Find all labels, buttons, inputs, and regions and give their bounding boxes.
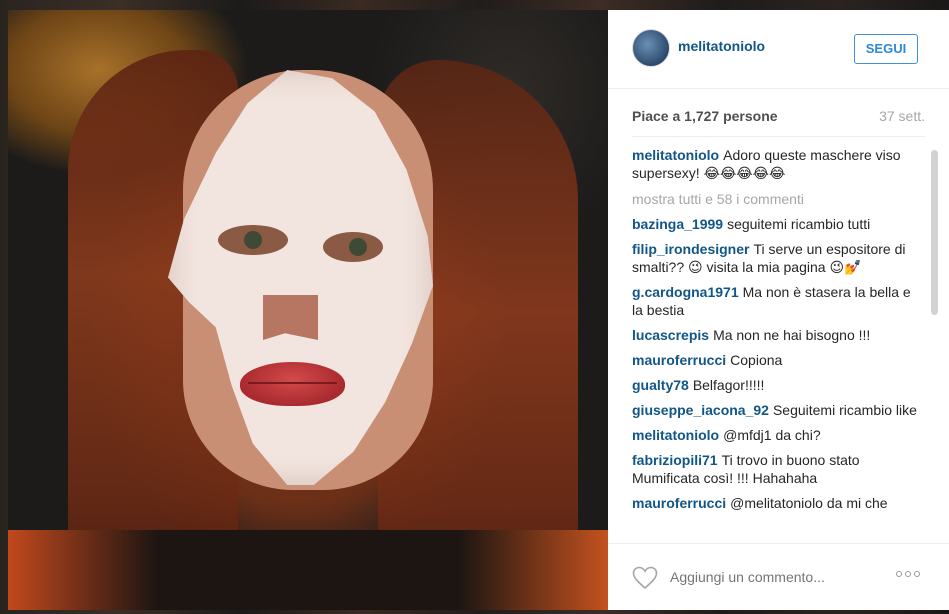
heart-outline-icon[interactable] [632, 566, 658, 590]
add-comment-input[interactable] [670, 566, 870, 588]
post-header: melitatoniolo SEGUI [608, 10, 949, 89]
likes-count[interactable]: Piace a 1,727 persone [632, 108, 778, 124]
more-options-icon[interactable] [896, 571, 920, 579]
photo-clothing [8, 530, 608, 610]
post-photo[interactable] [8, 10, 608, 610]
post-footer [608, 543, 949, 611]
comment-username[interactable]: melitatoniolo [632, 427, 719, 443]
comment-item: g.cardogna1971 Ma non è stasera la bella … [632, 283, 917, 319]
comment-username[interactable]: fabriziopili71 [632, 452, 718, 468]
comment-item: fabriziopili71 Ti trovo in buono stato Mu… [632, 451, 917, 487]
comment-item: bazinga_1999 seguitemi ricambio tutti [632, 215, 917, 233]
comments-scrollbar-thumb[interactable] [931, 150, 938, 315]
comment-username[interactable]: bazinga_1999 [632, 216, 723, 232]
photo-eye-right [323, 232, 383, 262]
comment-item: filip_irondesigner Ti serve un espositore… [632, 240, 917, 276]
comment-text: @mfdj1 da chi? [723, 427, 821, 443]
comment-item: giuseppe_iacona_92 Seguitemi ricambio lik… [632, 401, 917, 419]
comment-item: melitatoniolo @mfdj1 da chi? [632, 426, 917, 444]
comment-username[interactable]: g.cardogna1971 [632, 284, 739, 300]
comment-text: @melitatoniolo da mi che [730, 495, 888, 511]
caption-emoji: 😂😂😂😂😂 [703, 166, 786, 182]
comment-list: melitatoniolo Adoro queste maschere viso … [632, 146, 917, 542]
comment-item: mauroferrucci @melitatoniolo da mi che [632, 494, 917, 512]
avatar[interactable] [632, 29, 670, 67]
comment-item: mauroferrucci Copiona [632, 351, 917, 369]
comment-username[interactable]: mauroferrucci [632, 352, 726, 368]
comment-username[interactable]: gualty78 [632, 377, 689, 393]
post-modal: melitatoniolo SEGUI Piace a 1,727 person… [8, 10, 949, 610]
comment-item: lucascrepis Ma non ne hai bisogno !!! [632, 326, 917, 344]
comment-text: seguitemi ricambio tutti [727, 216, 871, 232]
comment-text: Seguitemi ricambio like [772, 402, 917, 418]
comments-scrollbar-track[interactable] [930, 146, 939, 542]
post-author-username[interactable]: melitatoniolo [678, 38, 765, 54]
comment-username[interactable]: filip_irondesigner [632, 241, 749, 257]
post-side-panel: melitatoniolo SEGUI Piace a 1,727 person… [608, 10, 949, 610]
comment-username[interactable]: mauroferrucci [632, 495, 726, 511]
post-stats: Piace a 1,727 persone 37 sett. [632, 108, 925, 130]
follow-button[interactable]: SEGUI [854, 34, 918, 64]
caption: melitatoniolo Adoro queste maschere viso … [632, 146, 917, 183]
comment-item: gualty78 Belfagor!!!!! [632, 376, 917, 394]
divider [632, 136, 925, 137]
post-time[interactable]: 37 sett. [879, 108, 925, 124]
photo-nose [263, 295, 318, 340]
comment-text: Copiona [730, 352, 783, 368]
comment-username[interactable]: giuseppe_iacona_92 [632, 402, 769, 418]
photo-eye-left [218, 225, 288, 255]
caption-username[interactable]: melitatoniolo [632, 147, 719, 163]
comment-text: Ma non ne hai bisogno !!! [713, 327, 871, 343]
comment-text: Belfagor!!!!! [692, 377, 765, 393]
photo-lips [240, 362, 345, 406]
comment-username[interactable]: lucascrepis [632, 327, 709, 343]
show-all-comments-link[interactable]: mostra tutti e 58 i commenti [632, 190, 917, 208]
